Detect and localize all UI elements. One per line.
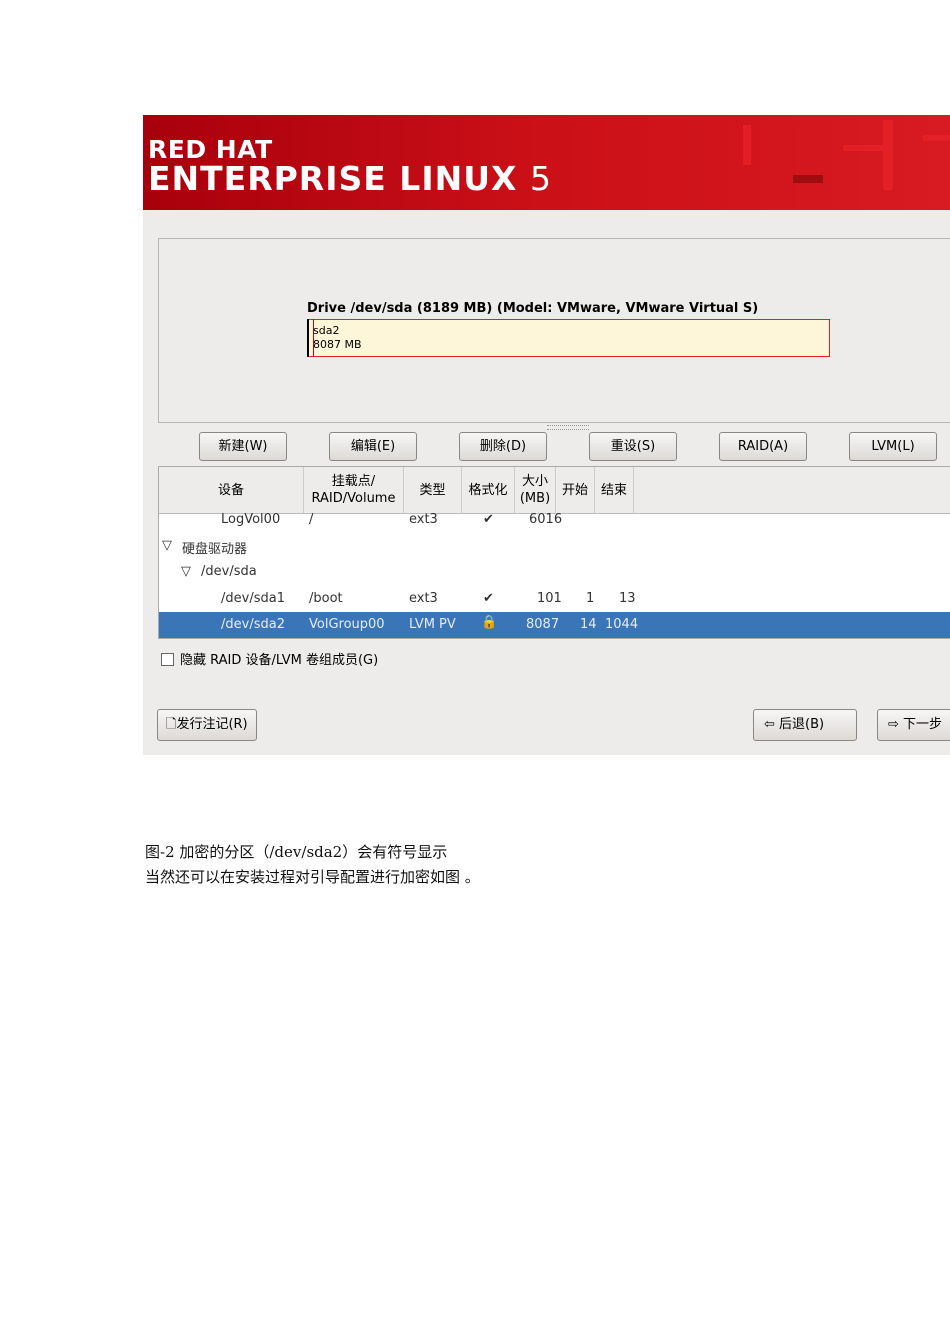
installer-screenshot: RED HAT ENTERPRISE LINUX 5 Drive /dev/sd… bbox=[143, 115, 950, 755]
cell-device: /dev/sda1 bbox=[221, 591, 285, 606]
back-button[interactable]: ⇦ 后退(B) bbox=[753, 709, 857, 741]
drive-title: Drive /dev/sda (8189 MB) (Model: VMware,… bbox=[307, 301, 759, 316]
table-row[interactable]: LogVol00 / ext3 ✔ 6016 bbox=[159, 507, 950, 533]
cell-device: LogVol00 bbox=[221, 512, 281, 527]
release-notes-label: 发行注记(R) bbox=[176, 717, 248, 732]
cell-type: ext3 bbox=[409, 512, 438, 527]
check-icon: ✔ bbox=[483, 512, 494, 527]
drive-partition-bar[interactable]: sda2 8087 MB bbox=[307, 319, 830, 357]
table-row-selected[interactable]: /dev/sda2 VolGroup00 LVM PV 🔒 8087 14 10… bbox=[159, 612, 950, 638]
body-text: 当然还可以在安装过程对引导配置进行加密如图 。 bbox=[145, 868, 480, 886]
cell-end: 13 bbox=[619, 591, 636, 606]
next-label: 下一步 bbox=[903, 717, 943, 732]
cell-device: /dev/sda bbox=[201, 564, 257, 579]
expander-down-icon[interactable]: ▽ bbox=[162, 538, 172, 553]
cell-start: 14 bbox=[580, 617, 597, 632]
cell-size: 8087 bbox=[526, 617, 560, 632]
partition-size: 8087 MB bbox=[313, 338, 362, 351]
drive-panel: Drive /dev/sda (8189 MB) (Model: VMware,… bbox=[158, 238, 950, 423]
pane-resize-handle[interactable] bbox=[547, 425, 589, 430]
lock-icon: 🔒 bbox=[481, 615, 498, 630]
header-banner: RED HAT ENTERPRISE LINUX 5 bbox=[143, 115, 950, 210]
new-button[interactable]: 新建(W) bbox=[199, 432, 287, 461]
table-row[interactable]: /dev/sda1 /boot ext3 ✔ 101 1 13 bbox=[159, 586, 950, 612]
cell-mount: VolGroup00 bbox=[309, 617, 385, 632]
reset-button[interactable]: 重设(S) bbox=[589, 432, 677, 461]
table-row-group[interactable]: ▽ /dev/sda bbox=[159, 559, 950, 585]
partition-name: sda2 bbox=[313, 324, 340, 337]
back-arrow-icon: ⇦ bbox=[764, 717, 780, 732]
cell-type: ext3 bbox=[409, 591, 438, 606]
checkbox-box[interactable] bbox=[161, 653, 174, 666]
back-label: 后退(B) bbox=[779, 717, 825, 732]
cell-type: LVM PV bbox=[409, 617, 456, 632]
cell-mount: / bbox=[309, 512, 314, 527]
next-button[interactable]: ⇨ 下一步 bbox=[877, 709, 950, 741]
figure-caption: 图-2 加密的分区（/dev/sda2）会有符号显示 bbox=[145, 843, 448, 861]
lvm-button[interactable]: LVM(L) bbox=[849, 432, 937, 461]
cell-device: 硬盘驱动器 bbox=[182, 542, 248, 557]
checkbox-label: 隐藏 RAID 设备/LVM 卷组成员(G) bbox=[180, 653, 379, 668]
edit-button[interactable]: 编辑(E) bbox=[329, 432, 417, 461]
cell-size: 6016 bbox=[529, 512, 563, 527]
cell-start: 1 bbox=[586, 591, 595, 606]
release-notes-button[interactable]: 🗋发行注记(R) bbox=[157, 709, 257, 741]
check-icon: ✔ bbox=[483, 591, 494, 606]
delete-button[interactable]: 删除(D) bbox=[459, 432, 547, 461]
cell-size: 101 bbox=[537, 591, 562, 606]
raid-button[interactable]: RAID(A) bbox=[719, 432, 807, 461]
cell-end: 1044 bbox=[605, 617, 639, 632]
hide-raid-lvm-checkbox[interactable]: 隐藏 RAID 设备/LVM 卷组成员(G) bbox=[161, 649, 378, 668]
document-icon: 🗋 bbox=[166, 717, 177, 732]
brand-line2: ENTERPRISE LINUX 5 bbox=[148, 159, 552, 198]
partition-table: 设备 挂载点/ RAID/Volume 类型 格式化 大小 (MB) 开始 结束… bbox=[158, 466, 950, 639]
next-arrow-icon: ⇨ bbox=[888, 717, 904, 732]
cell-device: /dev/sda2 bbox=[221, 617, 285, 632]
expander-down-icon[interactable]: ▽ bbox=[181, 564, 191, 579]
cell-mount: /boot bbox=[309, 591, 343, 606]
table-row-group[interactable]: ▽ 硬盘驱动器 bbox=[159, 533, 950, 559]
